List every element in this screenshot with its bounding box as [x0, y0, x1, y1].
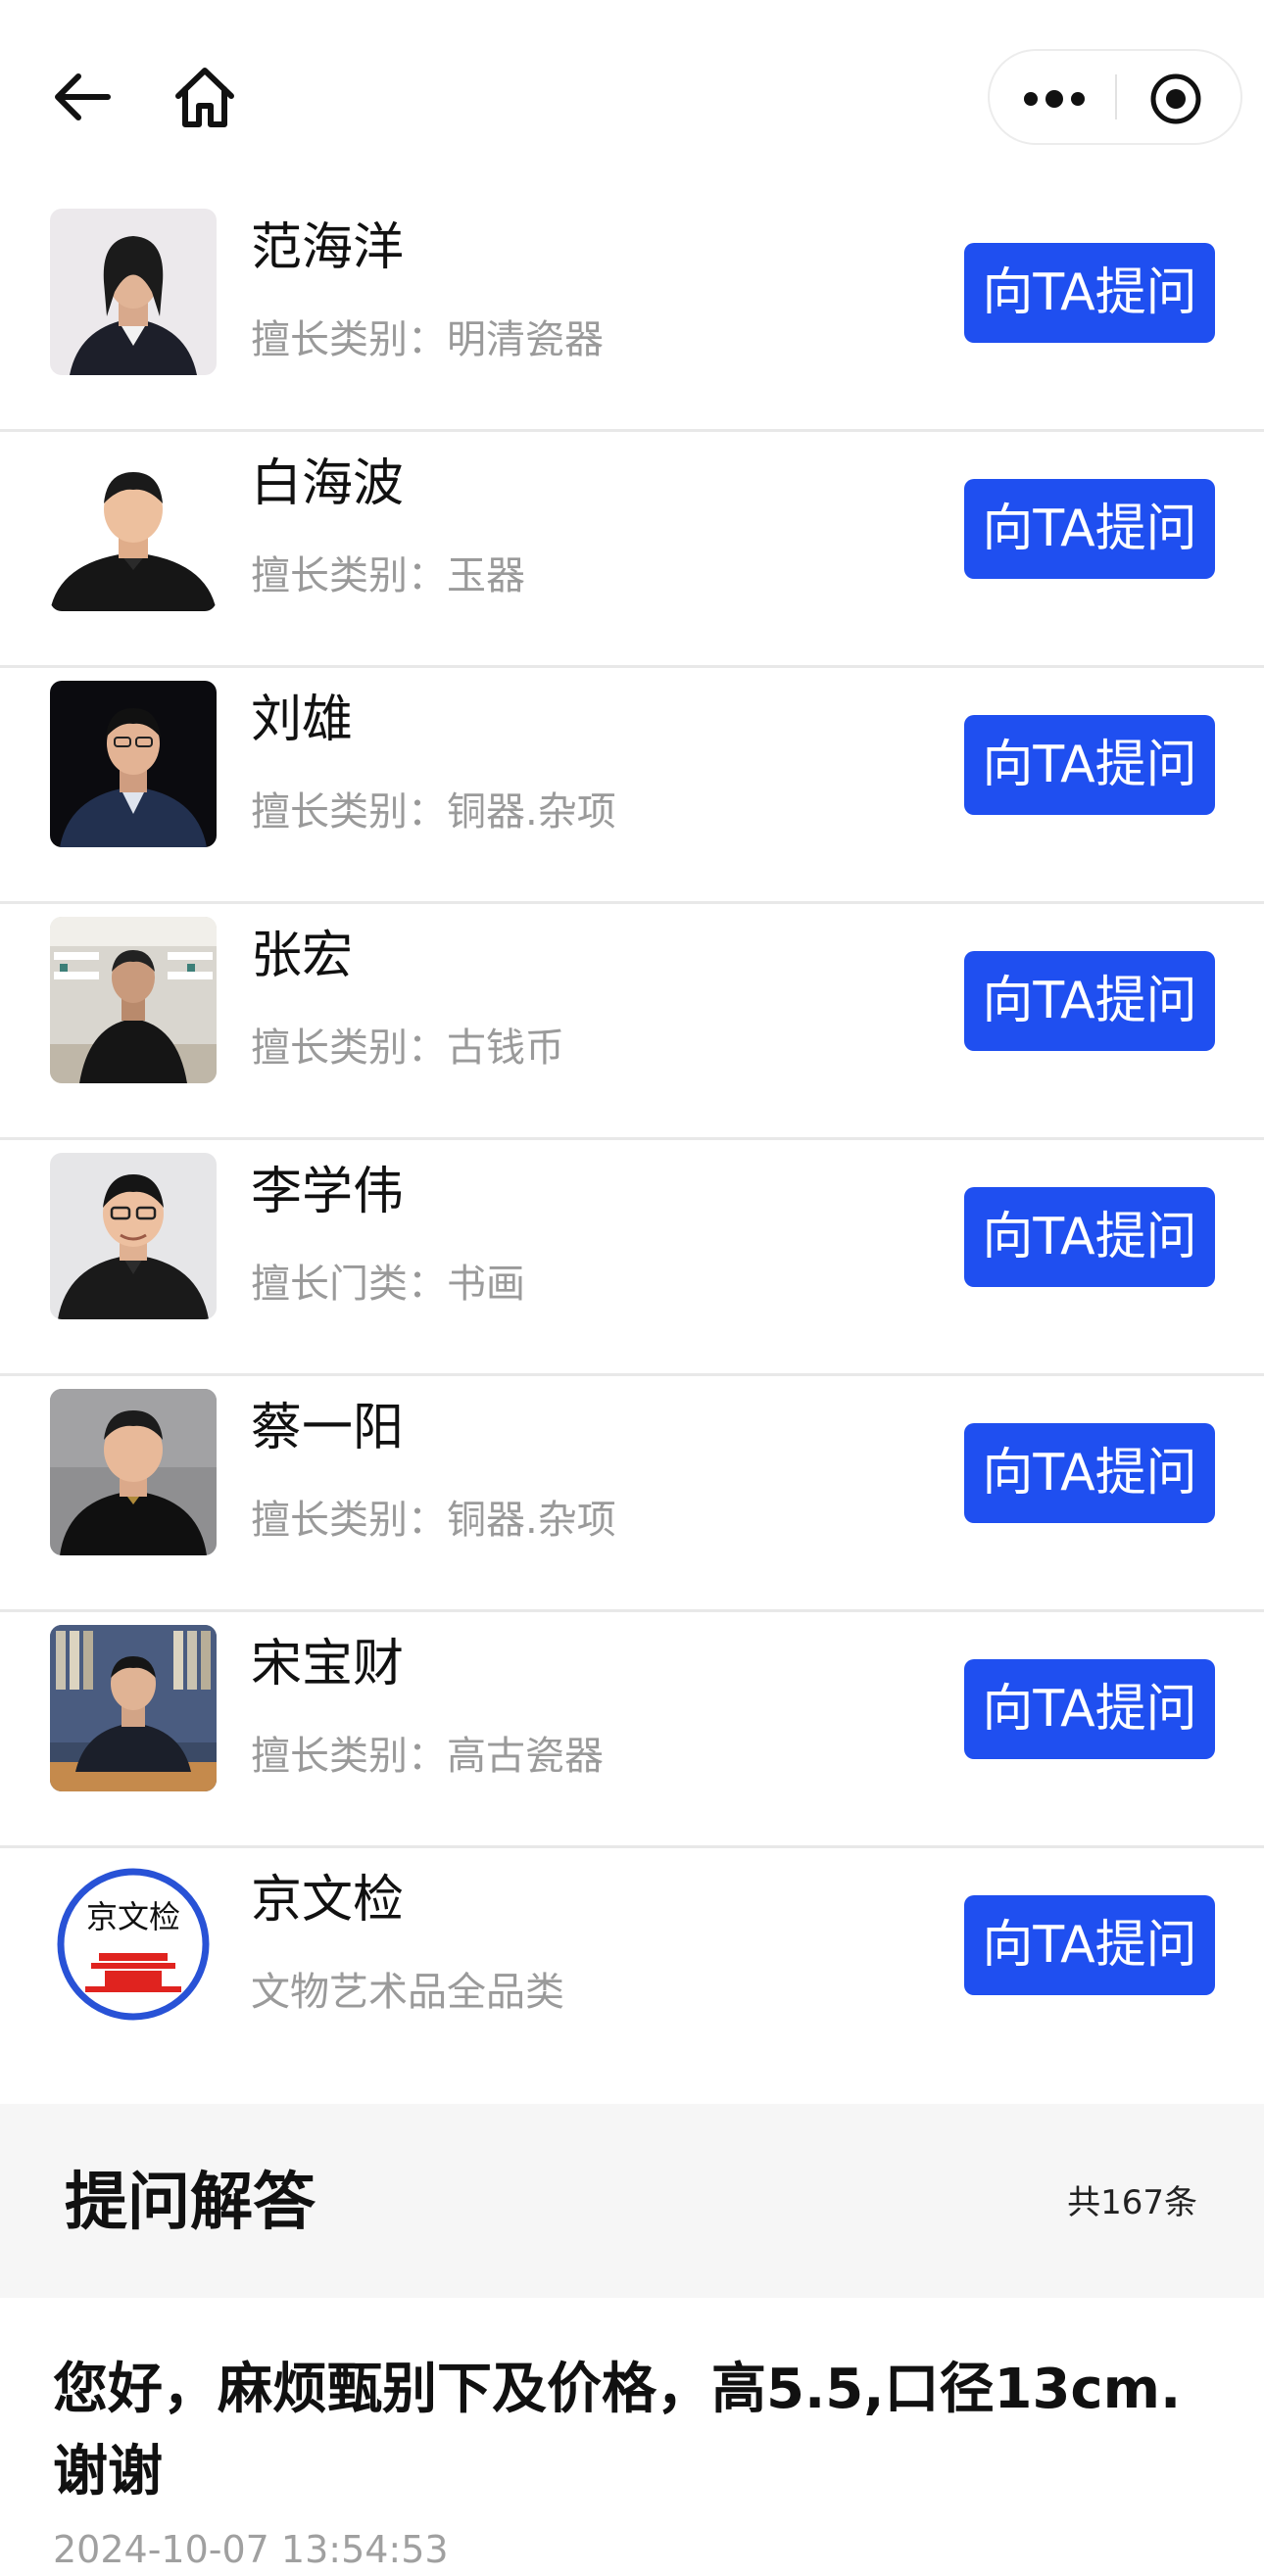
avatar	[50, 445, 217, 611]
ask-question-button[interactable]: 向TA提问	[964, 1895, 1215, 1995]
nav-bar	[0, 0, 1264, 196]
home-icon[interactable]	[170, 63, 239, 131]
more-dots-icon[interactable]	[990, 51, 1115, 143]
expert-name: 李学伟	[251, 1163, 405, 1221]
expert-name: 范海洋	[251, 218, 405, 277]
expert-name: 宋宝财	[251, 1635, 405, 1693]
ask-question-button[interactable]: 向TA提问	[964, 243, 1215, 343]
jingwenjian-logo: 京文检	[50, 1861, 217, 2027]
expert-specialty: 擅长类别：玉器	[251, 553, 525, 598]
qa-question-text: 您好，麻烦甄别下及价格，高5.5,口径13cm.谢谢	[53, 2358, 1182, 2504]
expert-specialty: 擅长类别：明清瓷器	[251, 317, 604, 362]
mini-program-capsule	[988, 49, 1242, 145]
avatar	[50, 1153, 217, 1319]
expert-row: 京文检 京文检 文物艺术品全品类 向TA提问	[0, 1848, 1264, 2103]
avatar	[50, 209, 217, 375]
expert-name: 刘雄	[251, 691, 354, 749]
avatar	[50, 681, 217, 847]
qa-list-item[interactable]: 您好，麻烦甄别下及价格，高5.5,口径13cm.谢谢 2024-10-07 13…	[0, 2298, 1264, 2576]
ask-question-button[interactable]: 向TA提问	[964, 1187, 1215, 1287]
avatar	[50, 917, 217, 1083]
back-arrow-icon[interactable]	[49, 65, 114, 129]
expert-specialty: 擅长类别：古钱币	[251, 1026, 564, 1071]
ask-question-button[interactable]: 向TA提问	[964, 715, 1215, 815]
expert-row: 蔡一阳 擅长类别：铜器.杂项 向TA提问	[0, 1376, 1264, 1612]
expert-specialty: 擅长门类：书画	[251, 1262, 525, 1307]
expert-name: 张宏	[251, 927, 354, 985]
expert-name: 白海波	[251, 454, 405, 513]
expert-row: 宋宝财 擅长类别：高古瓷器 向TA提问	[0, 1612, 1264, 1848]
qa-total-count: 共167条	[1067, 2183, 1197, 2222]
qa-section-header: 提问解答 共167条	[0, 2104, 1264, 2298]
expert-name: 京文检	[251, 1871, 405, 1930]
ask-question-button[interactable]: 向TA提问	[964, 1423, 1215, 1523]
ask-question-button[interactable]: 向TA提问	[964, 1659, 1215, 1759]
qa-section-title: 提问解答	[65, 2167, 316, 2239]
qa-timestamp: 2024-10-07 13:54:53	[53, 2528, 449, 2571]
expert-specialty: 擅长类别：高古瓷器	[251, 1734, 604, 1779]
avatar	[50, 1625, 217, 1791]
ask-question-button[interactable]: 向TA提问	[964, 479, 1215, 579]
expert-row: 李学伟 擅长门类：书画 向TA提问	[0, 1140, 1264, 1376]
logo-text: 京文检	[86, 1898, 180, 1935]
expert-row: 范海洋 擅长类别：明清瓷器 向TA提问	[0, 196, 1264, 432]
expert-row: 张宏 擅长类别：古钱币 向TA提问	[0, 904, 1264, 1140]
expert-row: 刘雄 擅长类别：铜器.杂项 向TA提问	[0, 668, 1264, 904]
avatar	[50, 1389, 217, 1555]
target-circle-icon[interactable]	[1117, 51, 1240, 143]
expert-name: 蔡一阳	[251, 1399, 405, 1457]
expert-specialty: 擅长类别：铜器.杂项	[251, 1498, 616, 1543]
expert-specialty: 文物艺术品全品类	[251, 1970, 564, 2015]
expert-specialty: 擅长类别：铜器.杂项	[251, 789, 616, 835]
expert-row: 白海波 擅长类别：玉器 向TA提问	[0, 432, 1264, 668]
expert-list: 范海洋 擅长类别：明清瓷器 向TA提问 白海波 擅长类别：玉器 向TA提问 刘雄…	[0, 196, 1264, 2103]
ask-question-button[interactable]: 向TA提问	[964, 951, 1215, 1051]
